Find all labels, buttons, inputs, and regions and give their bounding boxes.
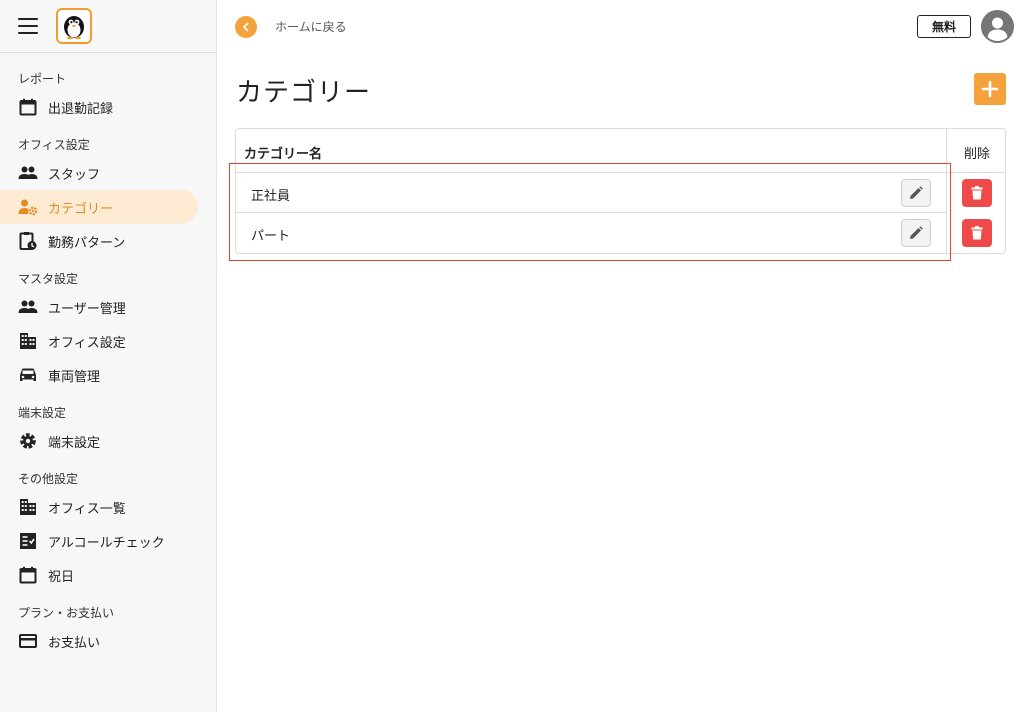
gear-icon [18,431,38,451]
category-name: パート [251,229,291,244]
menu-icon[interactable] [18,18,38,34]
people-icon [18,297,38,317]
sidebar-item-label: カテゴリー [48,201,114,217]
car-icon [18,365,38,385]
sidebar: レポート 出退勤記録 オフィス設定 スタッフ カテゴリー 勤務パターン マスタ設… [0,0,217,712]
sidebar-item-staff[interactable]: スタッフ [0,156,216,190]
building-icon [18,331,38,351]
column-header-delete: 削除 [963,147,990,162]
sidebar-item-work-pattern[interactable]: 勤務パターン [0,224,216,258]
back-button[interactable] [235,15,257,38]
sidebar-item-label: オフィス設定 [48,335,126,351]
sidebar-item-category[interactable]: カテゴリー [0,190,198,224]
category-name: 正社員 [251,189,291,204]
category-table: カテゴリー名 削除 正社員 パート [235,128,1006,254]
sidebar-item-vehicle-management[interactable]: 車両管理 [0,358,216,392]
sidebar-item-device-settings[interactable]: 端末設定 [0,424,216,458]
app-logo[interactable] [56,8,92,44]
table-row: パート [236,213,946,253]
sidebar-item-holidays[interactable]: 祝日 [0,558,216,592]
sidebar-item-label: アルコールチェック [48,535,165,551]
trash-icon [971,186,983,200]
sidebar-item-label: お支払い [48,635,101,651]
sidebar-item-label: スタッフ [48,167,101,183]
sidebar-item-label: 端末設定 [48,435,101,451]
column-divider [946,129,947,253]
calendar-icon [18,565,38,585]
sidebar-item-user-management[interactable]: ユーザー管理 [0,290,216,324]
sidebar-item-label: 祝日 [48,569,75,585]
plan-badge[interactable]: 無料 [917,15,971,38]
sidebar-item-office-settings[interactable]: オフィス設定 [0,324,216,358]
sidebar-item-office-list[interactable]: オフィス一覧 [0,490,216,524]
checklist-icon [18,531,38,551]
sidebar-item-attendance[interactable]: 出退勤記録 [0,90,216,124]
penguin-logo-icon [64,16,84,40]
section-label-plan-payment: プラン・お支払い [18,605,115,620]
section-label-other-settings: その他設定 [18,471,79,486]
column-header-category-name: カテゴリー名 [244,147,323,162]
sidebar-item-alcohol-check[interactable]: アルコールチェック [0,524,216,558]
clipboard-clock-icon [18,231,38,251]
pencil-icon [910,226,923,239]
calendar-icon [18,97,38,117]
trash-icon [971,226,983,240]
sidebar-item-label: 車両管理 [48,369,101,385]
table-header: カテゴリー名 削除 [236,129,1005,173]
add-category-button[interactable] [974,73,1006,105]
section-label-device-settings: 端末設定 [18,405,67,420]
sidebar-header [0,0,216,53]
sidebar-item-label: 出退勤記録 [48,101,114,117]
person-gear-icon [18,197,38,217]
table-row: 正社員 [236,173,946,213]
plus-icon [981,80,999,98]
pencil-icon [910,186,923,199]
edit-button[interactable] [901,219,931,247]
section-label-office-settings: オフィス設定 [18,137,90,152]
sidebar-item-label: 勤務パターン [48,235,126,251]
top-header: ホームに戻る 無料 [217,0,1024,53]
avatar[interactable] [981,10,1014,43]
user-avatar-icon [981,10,1014,43]
delete-button[interactable] [962,179,992,207]
sidebar-item-label: ユーザー管理 [48,301,126,317]
card-icon [18,631,38,651]
building-icon [18,497,38,517]
edit-button[interactable] [901,179,931,207]
section-label-master-settings: マスタ設定 [18,271,79,286]
page-title: カテゴリー [236,78,372,108]
people-icon [18,163,38,183]
delete-button[interactable] [962,219,992,247]
back-link[interactable]: ホームに戻る [275,18,347,35]
chevron-left-icon [243,22,249,31]
sidebar-item-label: オフィス一覧 [48,501,126,517]
sidebar-item-payment[interactable]: お支払い [0,624,216,658]
section-label-report: レポート [18,71,67,86]
